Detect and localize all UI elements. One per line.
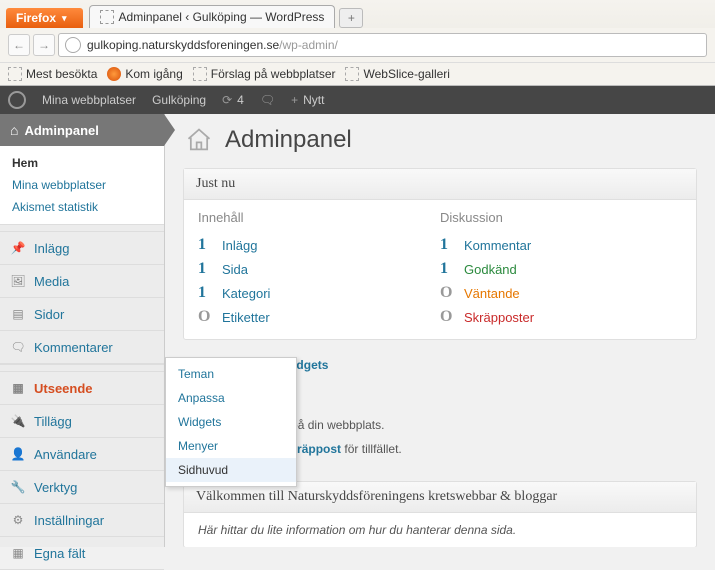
menu-settings[interactable]: ⚙Inställningar — [0, 504, 164, 537]
appearance-icon: ▦ — [10, 380, 26, 396]
stat-approved: 1Godkänd — [440, 257, 682, 281]
link-comments[interactable]: Kommentar — [464, 238, 531, 253]
new-tab-button[interactable]: + — [339, 8, 363, 28]
bookmark-webslice[interactable]: WebSlice-galleri — [345, 67, 449, 81]
menu-separator — [0, 224, 164, 232]
tab-title: Adminpanel ‹ Gulköping — WordPress — [119, 10, 325, 24]
submenu-home[interactable]: Hem — [0, 152, 164, 174]
pin-icon: 📌 — [10, 240, 26, 256]
firefox-icon — [107, 67, 121, 81]
my-sites-menu[interactable]: Mina webbplatser — [42, 93, 136, 107]
comment-icon: 🗨 — [260, 93, 275, 107]
menu-comments[interactable]: 🗨Kommentarer — [0, 331, 164, 364]
bookmark-most-visited[interactable]: Mest besökta — [8, 67, 97, 81]
url-bar[interactable]: gulkoping.naturskyddsforeningen.se/wp-ad… — [58, 33, 707, 57]
wordpress-icon — [8, 91, 26, 109]
settings-icon: ⚙ — [10, 512, 26, 528]
menu-pages[interactable]: ▤Sidor — [0, 298, 164, 331]
wp-logo-menu[interactable] — [8, 91, 26, 109]
tools-icon: 🔧 — [10, 479, 26, 495]
plus-icon: + — [291, 93, 298, 107]
bookmark-suggestions[interactable]: Förslag på webbplatser — [193, 67, 336, 81]
nav-toolbar: ← → gulkoping.naturskyddsforeningen.se/w… — [0, 28, 715, 62]
stat-posts: 1Inlägg — [198, 233, 440, 257]
fields-icon: ▦ — [10, 545, 26, 561]
globe-icon — [65, 37, 81, 53]
dashboard-submenu: Hem Mina webbplatser Akismet statistik — [0, 146, 164, 224]
flyout-customize[interactable]: Anpassa — [166, 386, 296, 410]
wp-admin-bar: Mina webbplatser Gulköping ⟳4 🗨 +Nytt — [0, 86, 715, 114]
menu-separator — [0, 364, 164, 372]
flyout-menus[interactable]: Menyer — [166, 434, 296, 458]
media-icon: 🖼 — [10, 273, 26, 289]
site-name-menu[interactable]: Gulköping — [152, 93, 206, 107]
menu-tools[interactable]: 🔧Verktyg — [0, 471, 164, 504]
new-content-menu[interactable]: +Nytt — [291, 93, 324, 107]
home-icon — [183, 126, 215, 154]
menu-appearance[interactable]: ▦Utseende — [0, 372, 164, 405]
link-approved[interactable]: Godkänd — [464, 262, 517, 277]
bookmarks-bar: Mest besökta Kom igång Förslag på webbpl… — [0, 62, 715, 85]
firefox-menu-button[interactable]: Firefox — [6, 8, 83, 28]
comments-menu[interactable]: 🗨 — [260, 93, 275, 107]
browser-tab[interactable]: Adminpanel ‹ Gulköping — WordPress — [89, 5, 336, 28]
welcome-widget: Välkommen till Naturskyddsföreningens kr… — [183, 481, 697, 547]
flyout-widgets[interactable]: Widgets — [166, 410, 296, 434]
stat-categories: 1Kategori — [198, 281, 440, 305]
wp-body: ⌂ Adminpanel Hem Mina webbplatser Akisme… — [0, 114, 715, 547]
comment-icon: 🗨 — [10, 339, 26, 355]
menu-posts[interactable]: 📌Inlägg — [0, 232, 164, 265]
stat-spam: OSkräpposter — [440, 305, 682, 329]
flyout-header[interactable]: Sidhuvud — [166, 458, 296, 482]
welcome-body: Här hittar du lite information om hur du… — [184, 513, 696, 547]
link-posts[interactable]: Inlägg — [222, 238, 257, 253]
discussion-column: Diskussion 1Kommentar 1Godkänd OVäntande… — [440, 210, 682, 329]
page-title: Adminpanel — [225, 126, 352, 154]
menu-dashboard[interactable]: ⌂ Adminpanel — [0, 114, 164, 146]
refresh-icon: ⟳ — [222, 93, 232, 107]
bookmark-icon — [345, 67, 359, 81]
widget-body: Innehåll 1Inlägg 1Sida 1Kategori OEtiket… — [184, 200, 696, 339]
updates-menu[interactable]: ⟳4 — [222, 93, 244, 107]
right-now-widget: Just nu Innehåll 1Inlägg 1Sida 1Kategori… — [183, 168, 697, 340]
menu-media[interactable]: 🖼Media — [0, 265, 164, 298]
flyout-themes[interactable]: Teman — [166, 362, 296, 386]
menu-custom-fields[interactable]: ▦Egna fält — [0, 537, 164, 570]
tab-favicon — [100, 10, 114, 24]
bookmark-getting-started[interactable]: Kom igång — [107, 67, 182, 81]
bookmark-icon — [193, 67, 207, 81]
home-icon: ⌂ — [10, 122, 18, 138]
link-categories[interactable]: Kategori — [222, 286, 270, 301]
column-header: Innehåll — [198, 210, 440, 225]
link-spam[interactable]: Skräpposter — [464, 310, 534, 325]
menu-plugins[interactable]: 🔌Tillägg — [0, 405, 164, 438]
admin-sidebar: ⌂ Adminpanel Hem Mina webbplatser Akisme… — [0, 114, 165, 547]
back-button[interactable]: ← — [8, 34, 30, 56]
submenu-my-sites[interactable]: Mina webbplatser — [0, 174, 164, 196]
stat-pages: 1Sida — [198, 257, 440, 281]
stat-tags: OEtiketter — [198, 305, 440, 329]
url-text: gulkoping.naturskyddsforeningen.se/wp-ad… — [87, 38, 338, 52]
users-icon: 👤 — [10, 446, 26, 462]
forward-button[interactable]: → — [33, 34, 55, 56]
link-pages[interactable]: Sida — [222, 262, 248, 277]
column-header: Diskussion — [440, 210, 682, 225]
link-pending[interactable]: Väntande — [464, 286, 520, 301]
page-icon: ▤ — [10, 306, 26, 322]
stat-pending: OVäntande — [440, 281, 682, 305]
appearance-flyout: Teman Anpassa Widgets Menyer Sidhuvud — [165, 357, 297, 487]
content-column: Innehåll 1Inlägg 1Sida 1Kategori OEtiket… — [198, 210, 440, 329]
widget-title: Just nu — [184, 169, 696, 200]
browser-chrome: Firefox Adminpanel ‹ Gulköping — WordPre… — [0, 0, 715, 86]
link-tags[interactable]: Etiketter — [222, 310, 270, 325]
menu-users[interactable]: 👤Användare — [0, 438, 164, 471]
stat-comments: 1Kommentar — [440, 233, 682, 257]
page-title-row: Adminpanel — [183, 126, 697, 154]
plugin-icon: 🔌 — [10, 413, 26, 429]
bookmark-icon — [8, 67, 22, 81]
tab-strip: Firefox Adminpanel ‹ Gulköping — WordPre… — [0, 0, 715, 28]
submenu-akismet[interactable]: Akismet statistik — [0, 196, 164, 218]
